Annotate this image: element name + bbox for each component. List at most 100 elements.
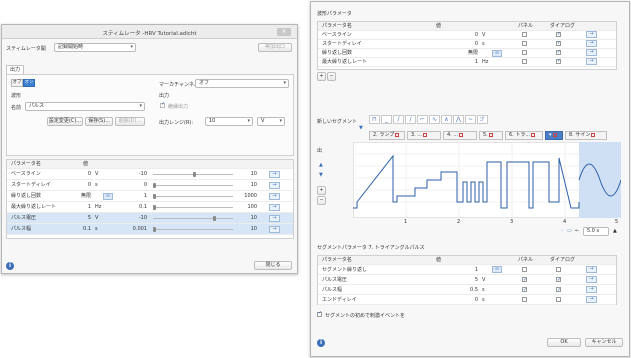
toggle-off[interactable]: オフ bbox=[11, 79, 23, 87]
help-button[interactable]: 等加出口 bbox=[258, 43, 292, 52]
param-value[interactable]: 0 bbox=[67, 180, 91, 191]
infinity-button[interactable]: ∞ bbox=[103, 193, 113, 200]
apply-arrow-button[interactable]: → bbox=[586, 286, 597, 293]
scale-down-icon[interactable]: ▼ bbox=[319, 172, 323, 178]
ok-button[interactable]: OK bbox=[547, 338, 581, 347]
panel-checkbox[interactable] bbox=[522, 285, 527, 295]
zoom-out-button[interactable]: − bbox=[317, 196, 326, 205]
apply-arrow-button[interactable]: → bbox=[269, 204, 280, 211]
staircase-shape-icon[interactable]: ⌐ bbox=[417, 115, 428, 124]
param-value[interactable]: 0 bbox=[458, 31, 478, 40]
isolated-checkbox[interactable] bbox=[160, 101, 165, 108]
apply-arrow-button[interactable]: → bbox=[269, 215, 280, 222]
param-value[interactable]: 0 bbox=[458, 295, 478, 305]
marker-channel-select[interactable]: オフ ▾ bbox=[195, 79, 289, 88]
zoom-in-icon[interactable]: ▲ bbox=[613, 228, 617, 234]
info-icon[interactable]: i bbox=[317, 339, 325, 347]
zoom-in-button[interactable]: + bbox=[317, 186, 326, 195]
step-shape-icon[interactable]: _ bbox=[381, 115, 392, 124]
slider-knob[interactable] bbox=[193, 172, 196, 177]
segment-tab-2[interactable]: 2. ランプ bbox=[369, 131, 405, 140]
param-value[interactable]: 0.5 bbox=[458, 285, 478, 295]
param-slider[interactable] bbox=[153, 194, 233, 199]
apply-arrow-button[interactable]: → bbox=[586, 276, 597, 283]
tab-output[interactable]: 出力 bbox=[6, 65, 25, 74]
panel-checkbox[interactable] bbox=[522, 59, 527, 64]
triangle-shape-icon[interactable]: ∧ bbox=[441, 115, 452, 124]
slider-knob[interactable] bbox=[153, 205, 156, 210]
close-icon[interactable]: × bbox=[277, 28, 291, 36]
zoom-value-field[interactable]: 5.0 s bbox=[583, 227, 609, 236]
dialog-checkbox[interactable] bbox=[556, 267, 561, 272]
apply-arrow-button[interactable]: → bbox=[586, 40, 597, 47]
dialog-checkbox[interactable] bbox=[556, 48, 561, 57]
dialog-checkbox[interactable] bbox=[556, 297, 561, 302]
param-slider[interactable] bbox=[153, 183, 233, 188]
wave-shape-icon[interactable]: ~ bbox=[465, 115, 476, 124]
segment-tab-7[interactable]: ▾ bbox=[545, 131, 563, 140]
segment-tab-6[interactable]: 6. トラ... bbox=[505, 131, 543, 140]
segment-tab-3[interactable]: 3. ... bbox=[407, 131, 441, 140]
slider-knob[interactable] bbox=[153, 227, 156, 232]
apply-arrow-button[interactable]: → bbox=[586, 58, 597, 65]
dialog-checkbox[interactable] bbox=[556, 39, 561, 48]
panel-checkbox[interactable] bbox=[522, 297, 527, 302]
slider-knob[interactable] bbox=[153, 183, 156, 188]
panel-checkbox[interactable] bbox=[522, 32, 527, 37]
param-value[interactable]: 5 bbox=[458, 275, 478, 285]
slider-knob[interactable] bbox=[213, 216, 216, 221]
triangle-pulse-shape-icon[interactable]: ⋀ bbox=[453, 115, 464, 124]
ramp-down-shape-icon[interactable]: ∕ bbox=[405, 115, 416, 124]
delete-button[interactable]: 削除(D)... bbox=[115, 117, 145, 126]
apply-arrow-button[interactable]: → bbox=[586, 296, 597, 303]
toggle-on[interactable]: オン bbox=[23, 79, 35, 87]
save-button[interactable]: 保存(S)... bbox=[85, 117, 113, 126]
segment-tab-5[interactable]: 5. bbox=[479, 131, 503, 140]
cancel-button[interactable]: キャンセル bbox=[585, 338, 623, 347]
param-slider[interactable] bbox=[153, 205, 233, 210]
arrow-left-icon[interactable]: ← bbox=[575, 228, 579, 234]
close-button[interactable]: 閉じる bbox=[254, 261, 292, 270]
param-value[interactable]: 0 bbox=[458, 40, 478, 49]
apply-arrow-button[interactable]: → bbox=[269, 171, 280, 178]
dialog-checkbox[interactable] bbox=[556, 30, 561, 39]
param-value[interactable]: 無限 bbox=[67, 191, 91, 202]
param-value[interactable]: 5 bbox=[67, 213, 91, 224]
custom-shape-icon[interactable]: ℱ bbox=[477, 115, 488, 124]
zoom-slider-icon[interactable]: ▭ bbox=[567, 228, 572, 234]
param-slider[interactable] bbox=[153, 227, 233, 232]
slider-knob[interactable] bbox=[153, 194, 156, 199]
panel-checkbox[interactable] bbox=[522, 275, 527, 285]
param-value[interactable]: 1 bbox=[458, 58, 478, 67]
segment-event-checkbox[interactable] bbox=[317, 310, 322, 317]
waveform-name-select[interactable]: パルス ▾ bbox=[25, 102, 145, 111]
param-slider[interactable] bbox=[153, 172, 233, 177]
dialog-checkbox[interactable] bbox=[556, 275, 561, 285]
waveform-graph[interactable] bbox=[353, 142, 621, 218]
sine-shape-icon[interactable]: ∿ bbox=[429, 115, 440, 124]
dialog-checkbox[interactable] bbox=[556, 57, 561, 66]
param-value[interactable]: 1 bbox=[67, 202, 91, 213]
apply-arrow-button[interactable]: → bbox=[586, 49, 597, 56]
info-icon[interactable]: i bbox=[6, 262, 14, 270]
apply-arrow-button[interactable]: → bbox=[586, 266, 597, 273]
infinity-button[interactable]: ∞ bbox=[492, 266, 502, 273]
param-value[interactable]: 0.1 bbox=[67, 224, 91, 235]
apply-arrow-button[interactable]: → bbox=[269, 226, 280, 233]
output-unit-select[interactable]: V ▾ bbox=[257, 117, 285, 126]
output-range-select[interactable]: 10 ▾ bbox=[205, 117, 253, 126]
apply-arrow-button[interactable]: → bbox=[269, 182, 280, 189]
pulse-shape-icon[interactable]: ⊓ bbox=[369, 115, 380, 124]
scale-up-icon[interactable]: ▲ bbox=[319, 162, 323, 168]
panel-checkbox[interactable] bbox=[522, 267, 527, 272]
remove-row-button[interactable]: − bbox=[327, 72, 336, 81]
panel-checkbox[interactable] bbox=[522, 50, 527, 55]
add-row-button[interactable]: + bbox=[317, 72, 326, 81]
dialog-checkbox[interactable] bbox=[556, 285, 561, 295]
param-value[interactable]: 1 bbox=[458, 265, 478, 275]
infinity-button[interactable]: ∞ bbox=[492, 50, 502, 57]
param-value[interactable]: 0 bbox=[67, 169, 91, 180]
param-value[interactable]: 無限 bbox=[458, 49, 478, 58]
param-slider[interactable] bbox=[153, 216, 233, 221]
segment-tab-4[interactable]: 4. ... bbox=[443, 131, 477, 140]
